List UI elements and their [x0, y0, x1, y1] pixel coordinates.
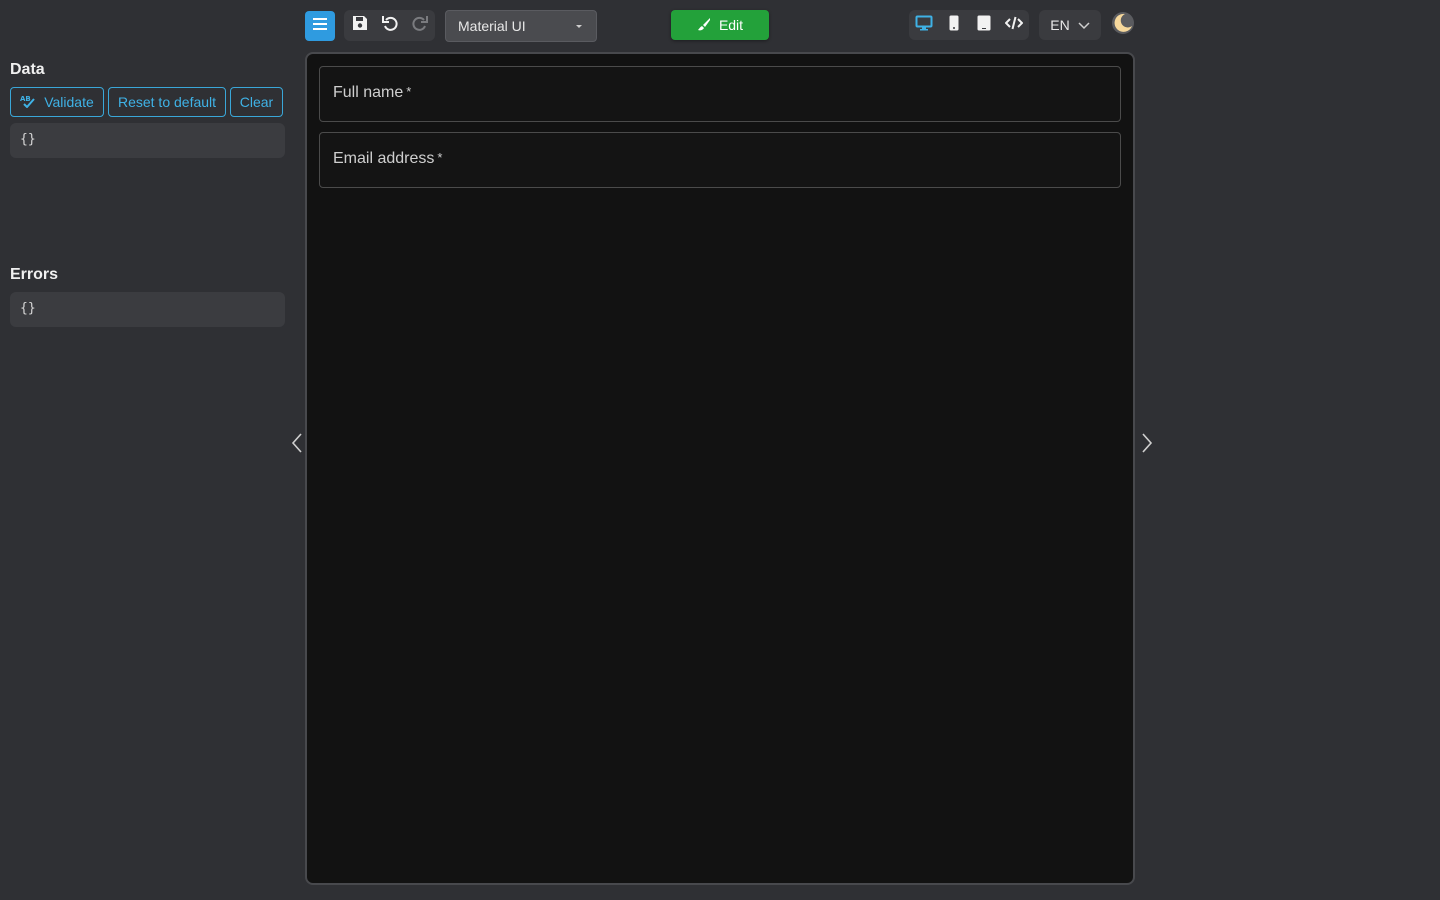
full-name-field[interactable]: Full name * [319, 66, 1121, 122]
validate-button[interactable]: AB Validate [10, 87, 104, 117]
desktop-icon [915, 15, 933, 36]
collapse-right-panel-button[interactable] [1137, 431, 1157, 455]
ui-library-select[interactable]: Material UI [445, 10, 597, 42]
required-marker: * [406, 84, 412, 99]
data-json-viewer[interactable]: {} [10, 123, 285, 158]
edit-button[interactable]: Edit [671, 10, 769, 40]
svg-text:AB: AB [20, 95, 31, 103]
redo-button[interactable] [408, 13, 432, 37]
spellcheck-icon: AB [20, 94, 36, 111]
full-name-label: Full name [333, 84, 404, 101]
save-icon [352, 15, 368, 36]
save-button[interactable] [348, 13, 372, 37]
tablet-view-button[interactable] [972, 13, 996, 37]
code-view-button[interactable] [1002, 13, 1026, 37]
edit-label: Edit [718, 17, 744, 33]
desktop-view-button[interactable] [912, 13, 936, 37]
redo-icon [411, 14, 429, 37]
email-address-field[interactable]: Email address * [319, 132, 1121, 188]
language-value: EN [1050, 17, 1070, 33]
theme-toggle-button[interactable] [1109, 10, 1137, 40]
phone-icon [949, 15, 959, 36]
chevron-right-icon [1137, 433, 1157, 459]
tablet-icon [977, 15, 991, 36]
menu-icon [312, 17, 328, 36]
clear-button[interactable]: Clear [230, 87, 283, 117]
required-marker: * [437, 150, 443, 165]
email-address-label: Email address [333, 150, 435, 167]
errors-json-viewer[interactable]: {} [10, 292, 285, 327]
undo-icon [381, 14, 399, 37]
data-title: Data [10, 61, 45, 78]
brush-icon [697, 17, 711, 34]
language-select[interactable]: EN [1039, 10, 1101, 40]
form-preview-canvas: Full name * Email address * [305, 52, 1135, 885]
code-icon [1004, 16, 1024, 35]
ui-library-value: Material UI [458, 18, 526, 34]
chevron-left-icon [287, 433, 307, 459]
menu-button[interactable] [305, 11, 335, 41]
collapse-left-panel-button[interactable] [287, 431, 307, 455]
caret-down-icon [576, 25, 582, 28]
moon-icon [1111, 11, 1135, 40]
validate-label: Validate [44, 94, 94, 110]
reset-to-default-button[interactable]: Reset to default [108, 87, 226, 117]
chevron-down-icon [1078, 17, 1090, 33]
undo-button[interactable] [378, 13, 402, 37]
phone-view-button[interactable] [942, 13, 966, 37]
errors-title: Errors [10, 266, 59, 283]
